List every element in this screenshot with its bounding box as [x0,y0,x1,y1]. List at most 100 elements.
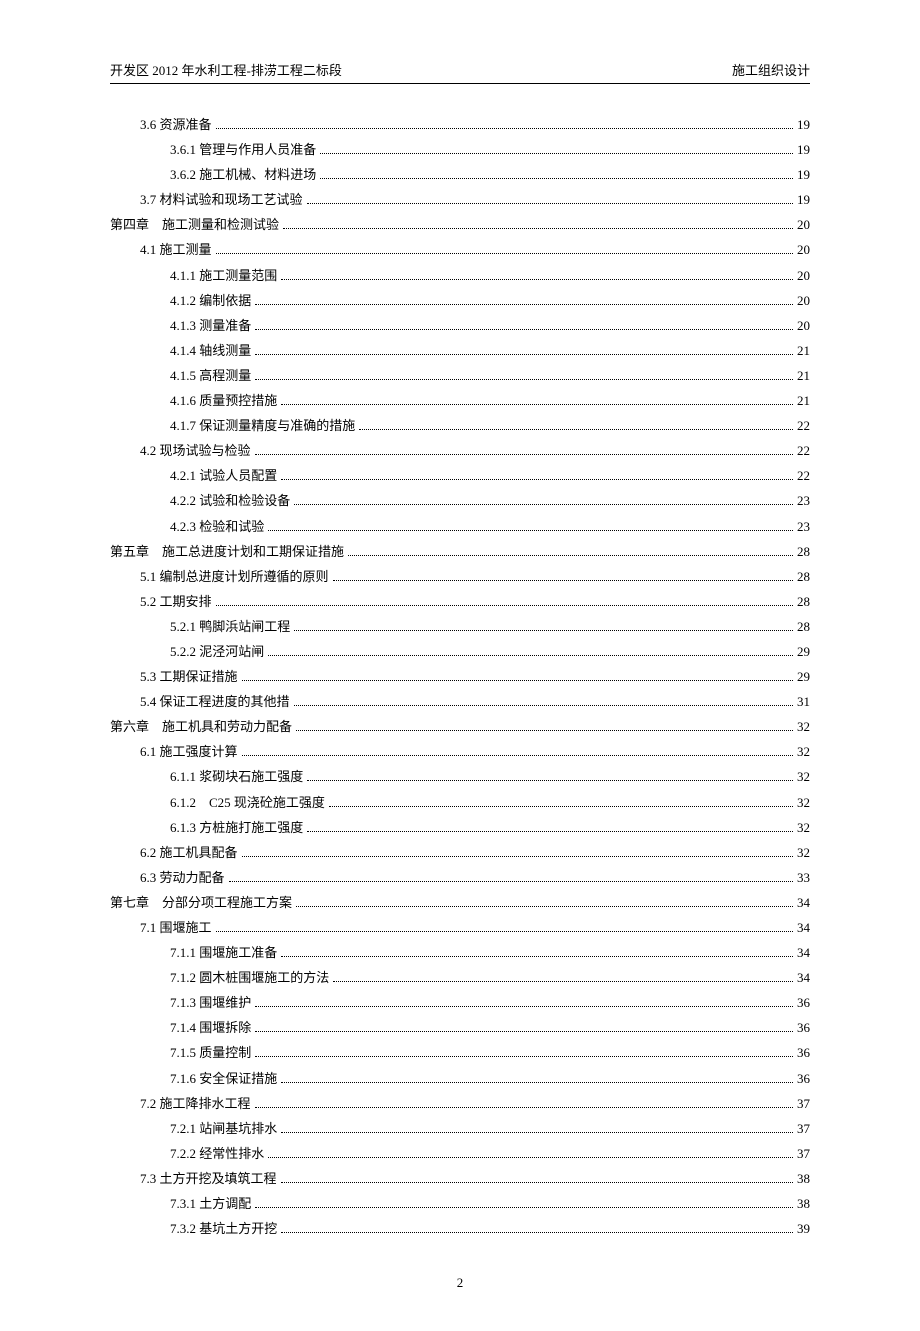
toc-entry: 7.3.1 土方调配38 [110,1193,810,1215]
toc-entry-page: 19 [797,114,810,136]
toc-entry-page: 32 [797,716,810,738]
toc-leader-dots [268,530,793,531]
toc-entry-page: 36 [797,1042,810,1064]
toc-entry: 7.1.1 围堰施工准备34 [110,942,810,964]
toc-leader-dots [281,1132,793,1133]
toc-entry-text: 7.1.1 围堰施工准备 [170,942,277,964]
toc-entry-page: 38 [797,1193,810,1215]
page-header: 开发区 2012 年水利工程-排涝工程二标段 施工组织设计 [110,60,810,84]
header-right: 施工组织设计 [732,60,810,79]
toc-entry-page: 34 [797,917,810,939]
toc-leader-dots [255,329,793,330]
toc-entry-page: 33 [797,867,810,889]
toc-entry-page: 22 [797,415,810,437]
toc-entry: 4.1 施工测量 20 [110,239,810,261]
toc-entry-text: 4.1 施工测量 [140,239,212,261]
toc-entry-text: 6.1.2 C25 现浇砼施工强度 [170,792,325,814]
toc-entry: 6.1.3 方桩施打施工强度32 [110,817,810,839]
toc-entry-text: 4.2.2 试验和检验设备 [170,490,290,512]
toc-entry: 7.1 围堰施工 34 [110,917,810,939]
toc-entry: 4.1.1 施工测量范围20 [110,265,810,287]
toc-leader-dots [333,981,793,982]
toc-entry: 7.1.6 安全保证措施 36 [110,1068,810,1090]
toc-entry: 5.3 工期保证措施29 [110,666,810,688]
toc-entry-text: 7.1.4 围堰拆除 [170,1017,251,1039]
toc-entry-page: 21 [797,390,810,412]
toc-leader-dots [281,479,793,480]
toc-leader-dots [348,555,793,556]
toc-leader-dots [307,780,793,781]
toc-entry-page: 21 [797,365,810,387]
toc-entry: 6.1 施工强度计算32 [110,741,810,763]
toc-entry-text: 4.2.1 试验人员配置 [170,465,277,487]
toc-leader-dots [281,404,793,405]
toc-entry-page: 36 [797,992,810,1014]
toc-entry: 7.2 施工降排水工程37 [110,1093,810,1115]
toc-entry-page: 19 [797,164,810,186]
toc-leader-dots [242,680,793,681]
toc-entry: 7.1.4 围堰拆除36 [110,1017,810,1039]
toc-leader-dots [216,605,793,606]
toc-leader-dots [320,153,793,154]
toc-entry-page: 20 [797,214,810,236]
toc-entry-page: 37 [797,1093,810,1115]
toc-entry-text: 5.3 工期保证措施 [140,666,238,688]
toc-entry-text: 6.3 劳动力配备 [140,867,225,889]
toc-entry-text: 4.1.4 轴线测量 [170,340,251,362]
toc-entry: 4.1.4 轴线测量21 [110,340,810,362]
toc-leader-dots [283,228,793,229]
toc-entry-page: 39 [797,1218,810,1240]
header-left: 开发区 2012 年水利工程-排涝工程二标段 [110,60,342,79]
toc-entry-page: 32 [797,741,810,763]
toc-entry-page: 31 [797,691,810,713]
toc-entry: 4.1.7 保证测量精度与准确的措施22 [110,415,810,437]
toc-leader-dots [307,203,793,204]
toc-leader-dots [255,304,793,305]
toc-entry-page: 20 [797,265,810,287]
toc-entry: 5.2 工期安排28 [110,591,810,613]
toc-entry: 7.2.1 站闸基坑排水37 [110,1118,810,1140]
toc-leader-dots [216,253,793,254]
toc-leader-dots [296,730,793,731]
toc-entry-text: 第五章 施工总进度计划和工期保证措施 [110,541,344,563]
toc-entry: 4.2 现场试验与检验22 [110,440,810,462]
toc-entry-text: 6.2 施工机具配备 [140,842,238,864]
toc-entry-text: 4.1.2 编制依据 [170,290,251,312]
toc-entry-text: 7.3.2 基坑土方开挖 [170,1218,277,1240]
toc-entry-page: 34 [797,892,810,914]
toc-leader-dots [229,881,793,882]
toc-leader-dots [294,504,793,505]
toc-entry-text: 7.1 围堰施工 [140,917,212,939]
toc-entry-page: 37 [797,1118,810,1140]
toc-entry-page: 20 [797,315,810,337]
toc-entry-text: 4.2.3 检验和试验 [170,516,264,538]
toc-entry: 第五章 施工总进度计划和工期保证措施 28 [110,541,810,563]
toc-entry-page: 20 [797,239,810,261]
toc-entry-text: 3.7 材料试验和现场工艺试验 [140,189,303,211]
toc-leader-dots [255,354,793,355]
toc-entry: 7.2.2 经常性排水37 [110,1143,810,1165]
toc-entry-page: 28 [797,541,810,563]
toc-entry-page: 22 [797,440,810,462]
toc-entry: 4.2.3 检验和试验23 [110,516,810,538]
toc-entry: 7.1.3 围堰维护36 [110,992,810,1014]
toc-entry-page: 23 [797,490,810,512]
toc-leader-dots [296,906,793,907]
toc-entry: 4.1.3 测量准备20 [110,315,810,337]
toc-entry-page: 36 [797,1068,810,1090]
toc-entry-text: 7.2.2 经常性排水 [170,1143,264,1165]
toc-leader-dots [294,630,793,631]
toc-leader-dots [307,831,793,832]
toc-entry: 4.1.6 质量预控措施21 [110,390,810,412]
toc-leader-dots [281,279,793,280]
toc-entry-text: 7.1.6 安全保证措施 [170,1068,277,1090]
toc-leader-dots [255,379,793,380]
toc-entry-text: 5.2 工期安排 [140,591,212,613]
toc-entry: 3.7 材料试验和现场工艺试验19 [110,189,810,211]
toc-leader-dots [255,1056,793,1057]
toc-leader-dots [268,1157,793,1158]
toc-entry-page: 32 [797,766,810,788]
toc-leader-dots [242,856,793,857]
toc-entry: 4.1.2 编制依据20 [110,290,810,312]
toc-entry: 7.1.2 圆木桩围堰施工的方法34 [110,967,810,989]
